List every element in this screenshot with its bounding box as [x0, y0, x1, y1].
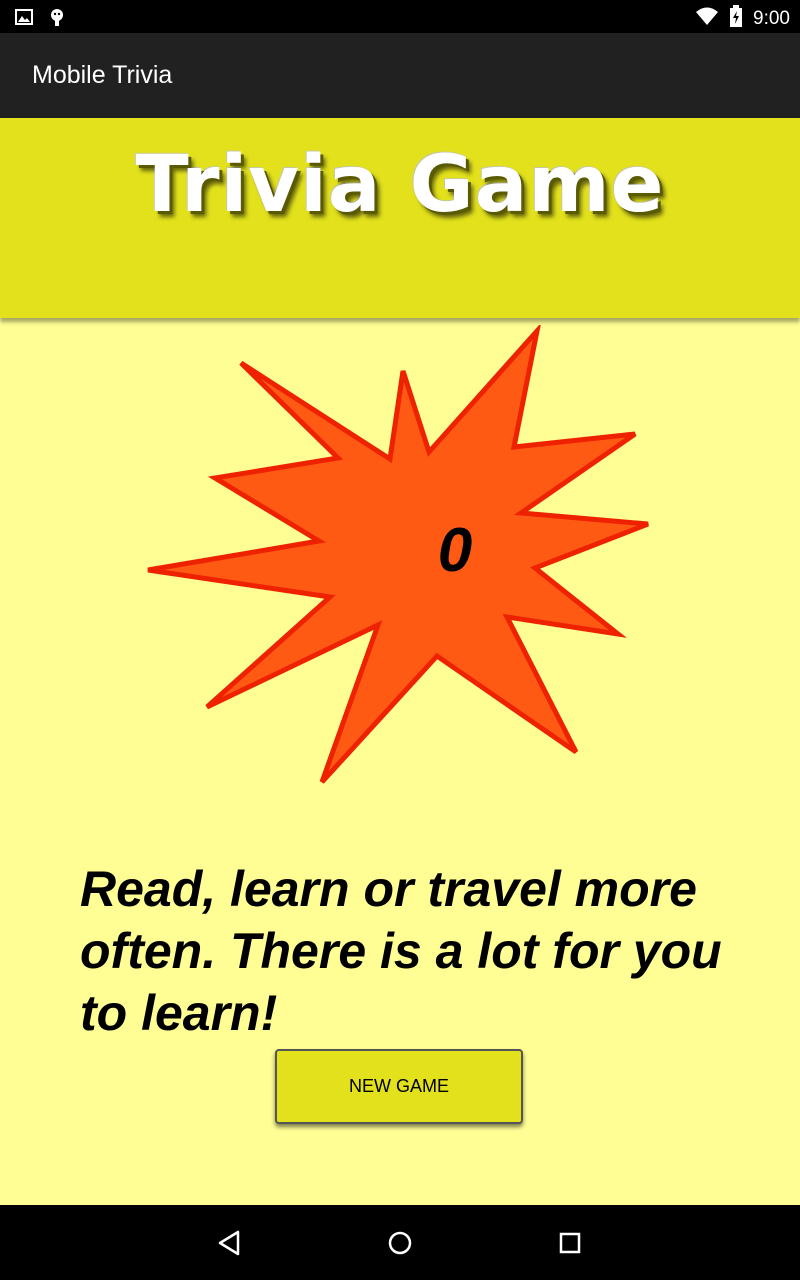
new-game-button[interactable]: NEW GAME — [275, 1049, 523, 1124]
recents-icon[interactable] — [554, 1227, 586, 1259]
app-title: Mobile Trivia — [32, 61, 173, 89]
banner: Trivia Game — [0, 118, 800, 318]
nav-bar — [0, 1205, 800, 1280]
home-icon[interactable] — [384, 1227, 416, 1259]
app-bar: Mobile Trivia — [0, 33, 800, 118]
status-bar: 9:00 — [0, 0, 800, 33]
image-icon — [14, 7, 34, 32]
battery-icon — [729, 5, 743, 32]
result-message: Read, learn or travel more often. There … — [80, 861, 722, 1041]
banner-title: Trivia Game — [135, 140, 665, 230]
wifi-icon — [695, 6, 719, 31]
android-icon — [48, 7, 66, 32]
status-time: 9:00 — [753, 7, 790, 29]
score-value: 0 — [437, 516, 473, 585]
back-icon[interactable] — [214, 1227, 246, 1259]
